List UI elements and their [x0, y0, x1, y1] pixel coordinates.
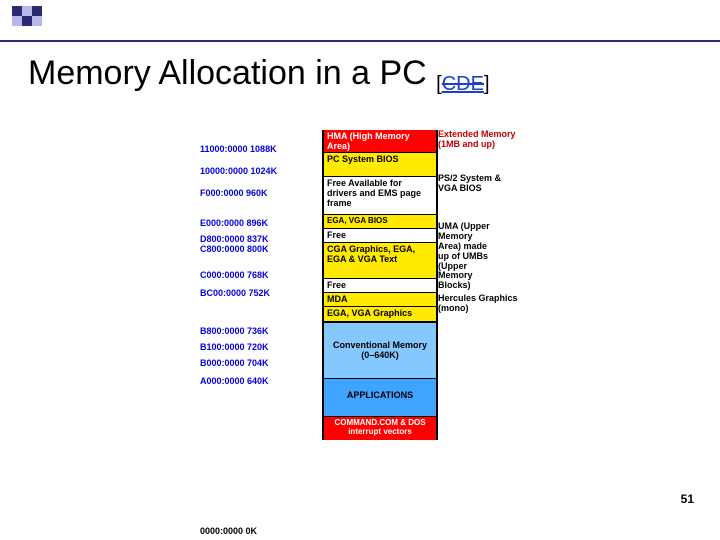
addr-label: C800:0000 800K — [200, 244, 269, 255]
addr-label: B100:0000 720K — [200, 342, 269, 353]
memory-column: HMA (High Memory Area) PC System BIOS Fr… — [322, 130, 438, 440]
mem-conv: Conventional Memory (0–640K) — [324, 322, 436, 378]
mem-cgatext: CGA Graphics, EGA, EGA & VGA Text — [324, 242, 436, 278]
page-number: 51 — [681, 492, 694, 506]
mem-free3: Free — [324, 278, 436, 292]
mem-hma: HMA (High Memory Area) — [324, 130, 436, 152]
note-uma: UMA (Upper Memory Area) made up of UMBs … — [438, 222, 496, 291]
title-suffix: [CDE] — [436, 73, 489, 95]
addr-label: 10000:0000 1024K — [200, 166, 277, 177]
note-hercules: Hercules Graphics (mono) — [438, 294, 518, 314]
addr-label: 11000:0000 1088K — [200, 144, 277, 155]
note-ps2: PS/2 System & VGA BIOS — [438, 174, 518, 194]
addr-label: 0000:0000 0K — [200, 526, 257, 537]
cde-link[interactable]: CDE — [442, 73, 484, 95]
memory-diagram: 11000:0000 1088K 10000:0000 1024K F000:0… — [200, 130, 520, 540]
mem-free2: Free — [324, 228, 436, 242]
mem-pcbios: PC System BIOS — [324, 152, 436, 176]
addr-label: B800:0000 736K — [200, 326, 269, 337]
mem-apps: APPLICATIONS — [324, 378, 436, 416]
title-text: Memory Allocation in a PC — [28, 54, 436, 92]
page-title: Memory Allocation in a PC [CDE] — [28, 54, 490, 93]
addr-label: A000:0000 640K — [200, 376, 269, 387]
addr-label: BC00:0000 752K — [200, 288, 270, 299]
mem-egavga: EGA, VGA Graphics — [324, 306, 436, 322]
note-extended: Extended Memory (1MB and up) — [438, 130, 518, 150]
mem-command: COMMAND.COM & DOS interrupt vectors — [324, 416, 436, 440]
corner-accent — [12, 6, 48, 30]
slide: Memory Allocation in a PC [CDE] 11000:00… — [0, 0, 720, 540]
mem-egabios: EGA, VGA BIOS — [324, 214, 436, 228]
addr-label: F000:0000 960K — [200, 188, 268, 199]
mem-mda: MDA — [324, 292, 436, 306]
addr-label: B000:0000 704K — [200, 358, 269, 369]
top-rule — [0, 40, 720, 42]
addr-label: C000:0000 768K — [200, 270, 269, 281]
mem-free1: Free Available for drivers and EMS page … — [324, 176, 436, 214]
addr-label: E000:0000 896K — [200, 218, 268, 229]
